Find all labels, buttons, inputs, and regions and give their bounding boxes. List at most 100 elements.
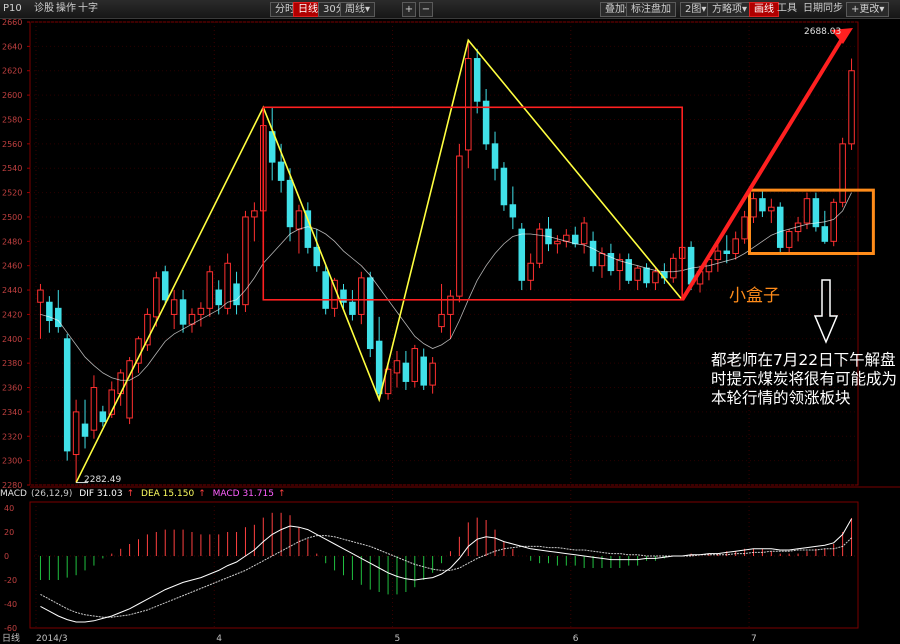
candle-body bbox=[135, 338, 142, 364]
price-tick-label: 2420 bbox=[2, 310, 22, 319]
candle-body bbox=[197, 307, 205, 315]
macd-indicator-name[interactable]: MACD bbox=[0, 489, 27, 499]
candle-body bbox=[233, 283, 240, 306]
time-tick-label: 6 bbox=[573, 634, 579, 644]
macd-tick-label: -40 bbox=[4, 600, 17, 609]
price-tick-label: 2620 bbox=[2, 67, 22, 76]
candlestick-chart[interactable]: 2280230023202340236023802400242024402460… bbox=[0, 0, 900, 644]
candle-body bbox=[126, 360, 133, 419]
candle-body bbox=[509, 204, 517, 218]
high-price-label: 2688.03 bbox=[804, 27, 841, 37]
macd-header: MACD (26,12,9) DIF 31.03 ↑ DEA 15.150 ↑ MAC… bbox=[0, 488, 290, 500]
candle-body bbox=[634, 267, 641, 281]
candle-body bbox=[491, 143, 499, 169]
candle-body bbox=[759, 198, 766, 212]
price-tick-label: 2600 bbox=[2, 91, 22, 100]
stock-chart-window: P10 诊股 操作 十字 分时 日线 30分 周线▾ + − 叠加▾ 标注盘加 … bbox=[0, 0, 900, 644]
candle-body bbox=[536, 228, 543, 264]
candle-body bbox=[170, 299, 178, 315]
candle-body bbox=[785, 231, 793, 248]
candle-body bbox=[55, 307, 62, 328]
price-tick-label: 2540 bbox=[2, 164, 22, 173]
price-tick-label: 2460 bbox=[2, 262, 22, 271]
time-tick-label: 7 bbox=[751, 634, 757, 644]
price-axis: 2280230023202340236023802400242024402460… bbox=[2, 18, 30, 490]
candle-body bbox=[732, 238, 739, 255]
candle-body bbox=[349, 301, 356, 315]
price-tick-label: 2360 bbox=[2, 384, 22, 393]
candle-body bbox=[429, 362, 436, 386]
candle-body bbox=[571, 234, 579, 245]
small-box bbox=[748, 188, 875, 255]
candle-body bbox=[153, 277, 160, 318]
candle-body bbox=[473, 58, 481, 102]
candle-body bbox=[161, 271, 169, 301]
candle-body bbox=[839, 143, 846, 203]
price-tick-label: 2380 bbox=[2, 359, 22, 368]
time-tick-label: 4 bbox=[216, 634, 222, 644]
candle-body bbox=[741, 216, 748, 240]
candle-body bbox=[652, 271, 659, 284]
price-tick-label: 2660 bbox=[2, 18, 22, 27]
macd-dif-value: DIF 31.03 bbox=[79, 489, 123, 499]
candle-body bbox=[215, 289, 222, 306]
candle-body bbox=[295, 210, 303, 230]
macd-tick-label: -20 bbox=[4, 576, 17, 585]
candle-body bbox=[580, 222, 588, 245]
candle-body bbox=[456, 155, 463, 297]
macd-tick-label: 20 bbox=[4, 528, 14, 537]
low-price-label: 2282.49 bbox=[84, 475, 121, 485]
candle-body bbox=[206, 271, 214, 309]
candle-body bbox=[402, 362, 410, 382]
analyst-note: 都老师在7月22日下午解盘时提示煤炭将很有可能成为本轮行情的领涨板块 bbox=[711, 351, 898, 407]
price-tick-label: 2560 bbox=[2, 140, 22, 149]
candle-body bbox=[848, 70, 855, 145]
price-tick-label: 2340 bbox=[2, 408, 22, 417]
candle-body bbox=[500, 167, 508, 206]
price-tick-label: 2520 bbox=[2, 189, 22, 198]
candle-body bbox=[830, 201, 837, 242]
candle-body bbox=[411, 348, 419, 382]
candle-body bbox=[179, 299, 187, 325]
candle-body bbox=[63, 338, 71, 452]
macd-tick-label: 40 bbox=[4, 504, 14, 513]
candle-body bbox=[251, 210, 258, 218]
candle-body bbox=[803, 198, 811, 224]
candle-body bbox=[366, 277, 374, 350]
candle-body bbox=[670, 257, 677, 279]
candle-body bbox=[776, 206, 784, 248]
price-tick-label: 2480 bbox=[2, 237, 22, 246]
down-arrow-icon bbox=[813, 279, 839, 344]
candle-body bbox=[72, 411, 80, 456]
candle-body bbox=[99, 411, 107, 423]
candle-body bbox=[37, 289, 44, 303]
candle-body bbox=[527, 262, 534, 281]
small-box-label: 小盒子 bbox=[729, 286, 780, 306]
macd-axis: -60 -40 -20 0 20 40 bbox=[4, 504, 17, 633]
candle-body bbox=[358, 277, 365, 315]
candle-body bbox=[277, 161, 285, 181]
bottom-start-date: 2014/3 bbox=[36, 634, 68, 644]
candle-body bbox=[375, 340, 383, 395]
candle-body bbox=[242, 216, 249, 306]
candle-body bbox=[90, 387, 98, 431]
macd-dea-value: DEA 15.150 bbox=[141, 489, 195, 499]
macd-series bbox=[39, 512, 853, 623]
candle-body bbox=[286, 179, 294, 228]
macd-histogram-value: MACD 31.715 bbox=[212, 489, 274, 499]
candle-body bbox=[447, 295, 454, 315]
macd-tick-label: -60 bbox=[4, 624, 17, 633]
candle-body bbox=[714, 250, 722, 261]
price-tick-label: 2640 bbox=[2, 42, 22, 51]
price-tick-label: 2400 bbox=[2, 335, 22, 344]
dea-up-arrow-icon: ↑ bbox=[198, 489, 206, 499]
candle-body bbox=[518, 228, 526, 281]
dif-up-arrow-icon: ↑ bbox=[126, 489, 135, 499]
candle-body bbox=[643, 267, 650, 284]
breakout-arrow-line bbox=[680, 32, 847, 301]
macd-tick-label: 0 bbox=[4, 552, 9, 561]
candle-body bbox=[322, 271, 329, 309]
price-tick-label: 2440 bbox=[2, 286, 22, 295]
price-tick-label: 2500 bbox=[2, 213, 22, 222]
price-tick-label: 2320 bbox=[2, 432, 22, 441]
